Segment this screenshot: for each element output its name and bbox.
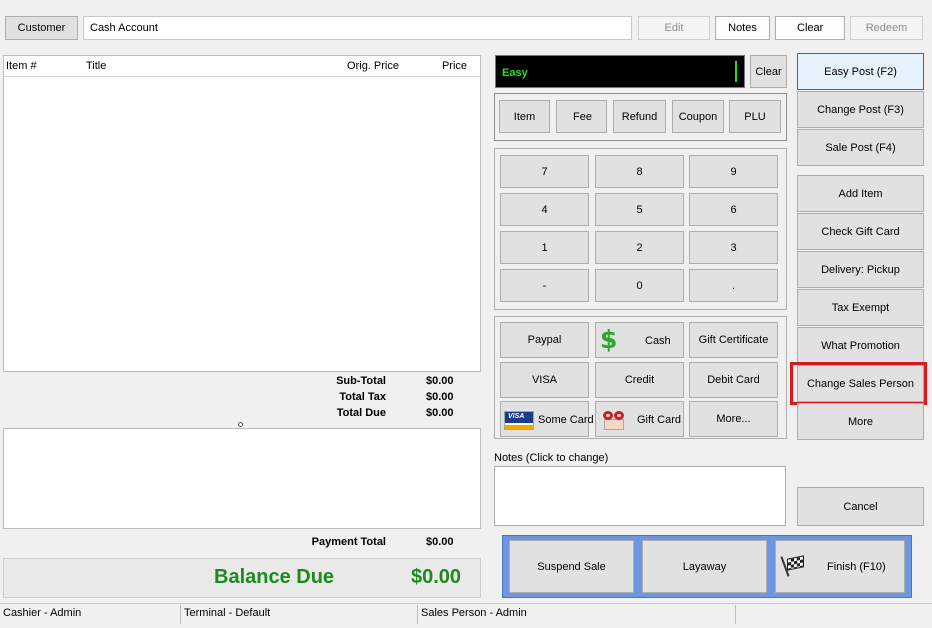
key-8[interactable]: 8 [595, 155, 684, 188]
type-plu-button[interactable]: PLU [729, 100, 781, 133]
key-7[interactable]: 7 [500, 155, 589, 188]
some-card-button[interactable]: VISA Some Card [500, 401, 594, 437]
change-post-button[interactable]: Change Post (F3) [797, 91, 924, 128]
entry-mode-text: Easy [502, 67, 528, 79]
gift-card-button-label: Gift Card [637, 414, 682, 426]
notes-label[interactable]: Notes (Click to change) [494, 452, 608, 464]
key-minus[interactable]: - [500, 269, 589, 302]
gift-certificate-button[interactable]: Gift Certificate [689, 322, 778, 358]
items-table: Item # Title Orig. Price Price [3, 55, 481, 372]
what-promotion-button[interactable]: What Promotion [797, 327, 924, 364]
gift-card-button[interactable]: Gift Card [595, 401, 684, 437]
status-terminal: Terminal - Default [181, 605, 418, 624]
status-bar-top-border [0, 603, 932, 604]
edit-button[interactable]: Edit [638, 16, 710, 40]
customer-value: Cash Account [90, 22, 158, 34]
change-sales-person-highlight [790, 362, 927, 405]
checkered-flag-cloth [787, 555, 804, 571]
status-empty [736, 605, 929, 624]
column-title[interactable]: Title [86, 60, 106, 72]
redeem-button[interactable]: Redeem [850, 16, 923, 40]
debit-card-button[interactable]: Debit Card [689, 362, 778, 398]
payment-total-label: Payment Total [311, 536, 386, 548]
key-4[interactable]: 4 [500, 193, 589, 226]
layaway-button[interactable]: Layaway [642, 540, 767, 593]
type-refund-button[interactable]: Refund [613, 100, 666, 133]
type-item-button[interactable]: Item [499, 100, 550, 133]
dollar-sign-icon: $ [600, 325, 618, 354]
key-2[interactable]: 2 [595, 231, 684, 264]
key-5[interactable]: 5 [595, 193, 684, 226]
key-1[interactable]: 1 [500, 231, 589, 264]
gift-icon-bow-left [603, 411, 613, 420]
entry-caret [735, 61, 737, 82]
cancel-button[interactable]: Cancel [797, 487, 924, 526]
suspend-sale-button[interactable]: Suspend Sale [509, 540, 634, 593]
notes-button[interactable]: Notes [715, 16, 770, 40]
gift-icon-bow-right [614, 411, 624, 420]
type-coupon-button[interactable]: Coupon [672, 100, 724, 133]
tax-label: Total Tax [339, 391, 386, 403]
status-sales-person: Sales Person - Admin [418, 605, 736, 624]
notes-box[interactable] [494, 466, 786, 526]
type-fee-button[interactable]: Fee [556, 100, 607, 133]
more-button[interactable]: More [797, 403, 924, 440]
subtotal-label: Sub-Total [336, 375, 386, 387]
check-gift-card-button[interactable]: Check Gift Card [797, 213, 924, 250]
some-card-button-label: Some Card [538, 414, 594, 426]
subtotal-value: $0.00 [426, 375, 454, 387]
gift-icon-box [604, 419, 624, 430]
status-cashier: Cashier - Admin [0, 605, 181, 624]
cash-button[interactable]: $ Cash [595, 322, 684, 358]
items-table-header: Item # Title Orig. Price Price [4, 56, 480, 77]
credit-button[interactable]: Credit [595, 362, 684, 398]
gift-icon [601, 409, 627, 431]
cash-button-label: Cash [645, 335, 671, 347]
payment-total-value: $0.00 [426, 536, 454, 548]
paypal-button[interactable]: Paypal [500, 322, 589, 358]
delivery-pickup-button[interactable]: Delivery: Pickup [797, 251, 924, 288]
column-item-number[interactable]: Item # [6, 60, 37, 72]
key-decimal[interactable]: . [689, 269, 778, 302]
customer-field[interactable]: Cash Account [83, 16, 632, 40]
key-9[interactable]: 9 [689, 155, 778, 188]
visa-card-icon-text: VISA [508, 413, 525, 420]
clear-button[interactable]: Clear [775, 16, 845, 40]
more-payments-button[interactable]: More... [689, 401, 778, 437]
visa-button[interactable]: VISA [500, 362, 589, 398]
key-0[interactable]: 0 [595, 269, 684, 302]
key-3[interactable]: 3 [689, 231, 778, 264]
sale-post-button[interactable]: Sale Post (F4) [797, 129, 924, 166]
balance-due-value: $0.00 [411, 566, 462, 588]
visa-card-icon-stripe [505, 425, 533, 429]
entry-input[interactable]: Easy [495, 55, 745, 88]
balance-due-label: Balance Due [214, 566, 335, 588]
column-orig-price[interactable]: Orig. Price [347, 60, 399, 72]
checkered-flag-icon [780, 555, 806, 577]
easy-post-button[interactable]: Easy Post (F2) [797, 53, 924, 90]
tax-value: $0.00 [426, 391, 454, 403]
tax-exempt-button[interactable]: Tax Exempt [797, 289, 924, 326]
total-due-value: $0.00 [426, 407, 454, 419]
key-6[interactable]: 6 [689, 193, 778, 226]
payments-list [3, 428, 481, 529]
visa-card-icon: VISA [504, 411, 534, 430]
total-due-label: Total Due [336, 407, 386, 419]
finish-button-label: Finish (F10) [827, 561, 886, 573]
entry-clear-button[interactable]: Clear [750, 55, 787, 88]
add-item-button[interactable]: Add Item [797, 175, 924, 212]
finish-button[interactable]: Finish (F10) [775, 540, 905, 593]
splitter-handle[interactable] [238, 422, 243, 427]
column-price[interactable]: Price [442, 60, 467, 72]
customer-button[interactable]: Customer [5, 16, 78, 40]
